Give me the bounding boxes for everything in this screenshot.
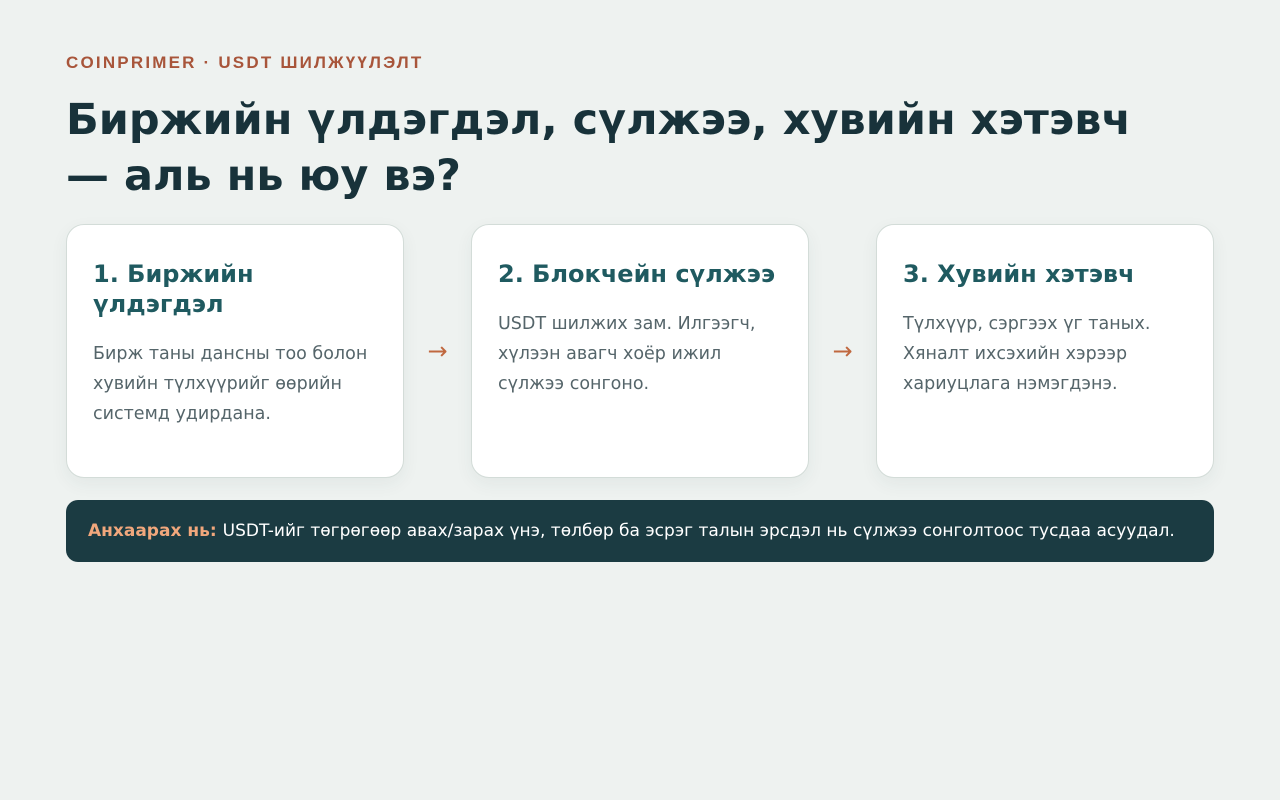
steps-flow: 1. Биржийн үлдэгдэл Бирж таны дансны тоо… [66, 224, 1214, 478]
step-card-personal-wallet: 3. Хувийн хэтэвч Түлхүүр, сэргээх үг тан… [876, 224, 1214, 478]
page-title: Биржийн үлдэгдэл, сүлжээ, хувийн хэтэвч … [66, 95, 1132, 201]
notice-banner: Анхаарах нь: USDT-ийг төгрөгөөр авах/зар… [66, 500, 1214, 562]
arrow-right-icon: → [427, 337, 448, 365]
notice-label: Анхаарах нь: [88, 521, 217, 541]
step-description: USDT шилжих зам. Илгээгч, хүлээн авагч х… [498, 314, 756, 394]
step-title: 3. Хувийн хэтэвч [903, 260, 1135, 288]
step-card-exchange-balance: 1. Биржийн үлдэгдэл Бирж таны дансны тоо… [66, 224, 404, 478]
step-card-blockchain-network: 2. Блокчейн сүлжээ USDT шилжих зам. Илгэ… [471, 224, 809, 478]
step-description: Бирж таны дансны тоо болон хувийн түлхүү… [93, 344, 368, 424]
eyebrow-label: COINPRIMER · USDT ШИЛЖҮҮЛЭЛТ [66, 53, 424, 72]
page: COINPRIMER · USDT ШИЛЖҮҮЛЭЛТ Биржийн үлд… [0, 0, 1280, 800]
notice-text: USDT-ийг төгрөгөөр авах/зарах үнэ, төлбө… [222, 521, 1175, 541]
step-description: Түлхүүр, сэргээх үг таных. Хяналт ихсэхи… [903, 314, 1151, 394]
step-title: 1. Биржийн үлдэгдэл [93, 260, 254, 318]
arrow-right-icon: → [832, 337, 853, 365]
step-title: 2. Блокчейн сүлжээ [498, 260, 776, 288]
